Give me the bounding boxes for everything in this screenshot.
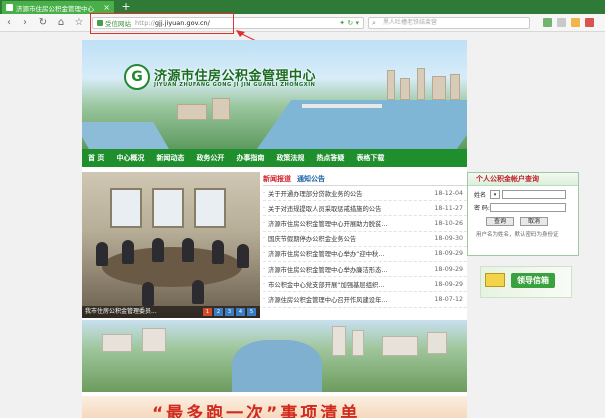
notice-title: “最多跑一次”事项清单	[152, 404, 361, 418]
id-type-select[interactable]: ▾	[490, 190, 500, 199]
site-logo: G	[124, 64, 150, 90]
nav-about[interactable]: 中心概况	[116, 153, 144, 163]
news-tabs: 新闻报道 通知公告	[263, 172, 467, 186]
news-panel: 新闻报道 通知公告 · 关于开通办理部分贷款业务的公告 18-12-04 · 关于对违…	[263, 172, 467, 318]
news-item[interactable]: · 关于开通办理部分贷款业务的公告 18-12-04	[263, 186, 467, 202]
news-item[interactable]: · 济源市住房公积金管理中心举办廉洁形态... 18-09-29	[263, 262, 467, 278]
slider-page-1[interactable]: 1	[203, 308, 212, 316]
nav-policies[interactable]: 政策法规	[276, 153, 304, 163]
name-input[interactable]	[502, 190, 566, 199]
web-page: G 济源市住房公积金管理中心 JIYUAN ZHUFANG GONG JI JI…	[82, 40, 467, 418]
nav-home[interactable]: 首 页	[88, 153, 104, 163]
nav-forms-download[interactable]: 表格下载	[356, 153, 384, 163]
slider-page-5[interactable]: 5	[247, 308, 256, 316]
city-aerial-banner[interactable]	[82, 320, 467, 392]
news-item[interactable]: · 济源市住房公积金管理中心举办“迎中秋... 18-09-29	[263, 247, 467, 262]
account-query-title: 个人公积金帐户查询	[468, 173, 578, 186]
news-item[interactable]: · 国庆节假期停办公积金业务公告 18-09-30	[263, 232, 467, 247]
nav-government-affairs[interactable]: 政务公开	[196, 153, 224, 163]
news-photo-slider[interactable]: 我市住房公积金管理委员... 1 2 3 4 5	[82, 172, 260, 318]
main-nav: 首 页 中心概况 新闻动态 政务公开 办事指南 政策法规 热点答疑 表格下载	[82, 149, 467, 167]
site-banner: G 济源市住房公积金管理中心 JIYUAN ZHUFANG GONG JI JI…	[82, 40, 467, 149]
envelope-icon	[485, 273, 505, 287]
mailbox-label: 领导信箱	[511, 273, 555, 288]
news-item[interactable]: · 市公积金中心党支部开展“加强基层组织... 18-09-29	[263, 277, 467, 293]
site-pinyin: JIYUAN ZHUFANG GONG JI JIN GUANLI ZHONGX…	[154, 82, 316, 88]
tab-news-reports[interactable]: 新闻报道	[263, 174, 291, 184]
password-label: 密 码:	[474, 205, 490, 212]
nav-news[interactable]: 新闻动态	[156, 153, 184, 163]
account-query-box: 个人公积金帐户查询 姓名 ▾ 密 码: 查询 取消 用户名为姓名，默认密码为身份…	[467, 172, 579, 256]
news-item[interactable]: · 关于对违规提取人员采取惩戒措施的公告 18-11-27	[263, 201, 467, 217]
query-button[interactable]: 查询	[486, 217, 514, 226]
slider-page-2[interactable]: 2	[214, 308, 223, 316]
name-label: 姓名	[474, 192, 487, 199]
slider-page-3[interactable]: 3	[225, 308, 234, 316]
slider-pager: 1 2 3 4 5	[201, 308, 256, 316]
tab-notices[interactable]: 通知公告	[297, 174, 325, 184]
nav-faq[interactable]: 热点答疑	[316, 153, 344, 163]
one-visit-notice-banner[interactable]: “最多跑一次”事项清单	[82, 396, 467, 418]
login-hint: 用户名为姓名，默认密码为身份证	[476, 232, 559, 238]
slider-page-4[interactable]: 4	[236, 308, 245, 316]
nav-service-guide[interactable]: 办事指南	[236, 153, 264, 163]
news-item[interactable]: · 济源市住房公积金管理中心开展助力脱贫... 18-10-26	[263, 216, 467, 232]
password-input[interactable]	[490, 203, 566, 212]
news-item[interactable]: · 济源住房公积金管理中心召开作风建设年... 18-07-12	[263, 292, 467, 308]
leader-mailbox-link[interactable]: 领导信箱	[480, 266, 572, 298]
cancel-button[interactable]: 取消	[520, 217, 548, 226]
